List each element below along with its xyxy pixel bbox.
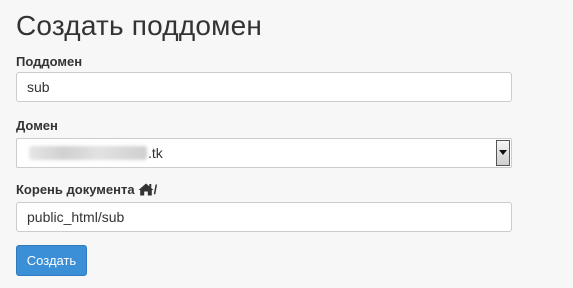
docroot-label-text: Корень документа <box>16 182 135 197</box>
docroot-label-suffix: / <box>153 182 158 197</box>
subdomain-label-text: Поддомен <box>16 54 83 69</box>
domain-suffix: .tk <box>148 145 163 161</box>
subdomain-label: Поддомен <box>16 54 82 69</box>
subdomain-input[interactable] <box>16 72 512 102</box>
domain-select[interactable]: .tk <box>16 138 512 168</box>
page-title: Создать поддомен <box>16 10 263 41</box>
home-icon <box>138 183 154 196</box>
domain-label-text: Домен <box>16 118 58 133</box>
domain-label: Домен <box>16 118 58 133</box>
docroot-input[interactable] <box>16 202 512 232</box>
chevron-down-icon[interactable] <box>496 140 510 166</box>
create-button[interactable]: Создать <box>16 245 87 276</box>
redacted-domain-mask <box>29 146 147 160</box>
docroot-label: Корень документа / <box>16 182 157 197</box>
domain-select-value: .tk <box>17 145 496 161</box>
